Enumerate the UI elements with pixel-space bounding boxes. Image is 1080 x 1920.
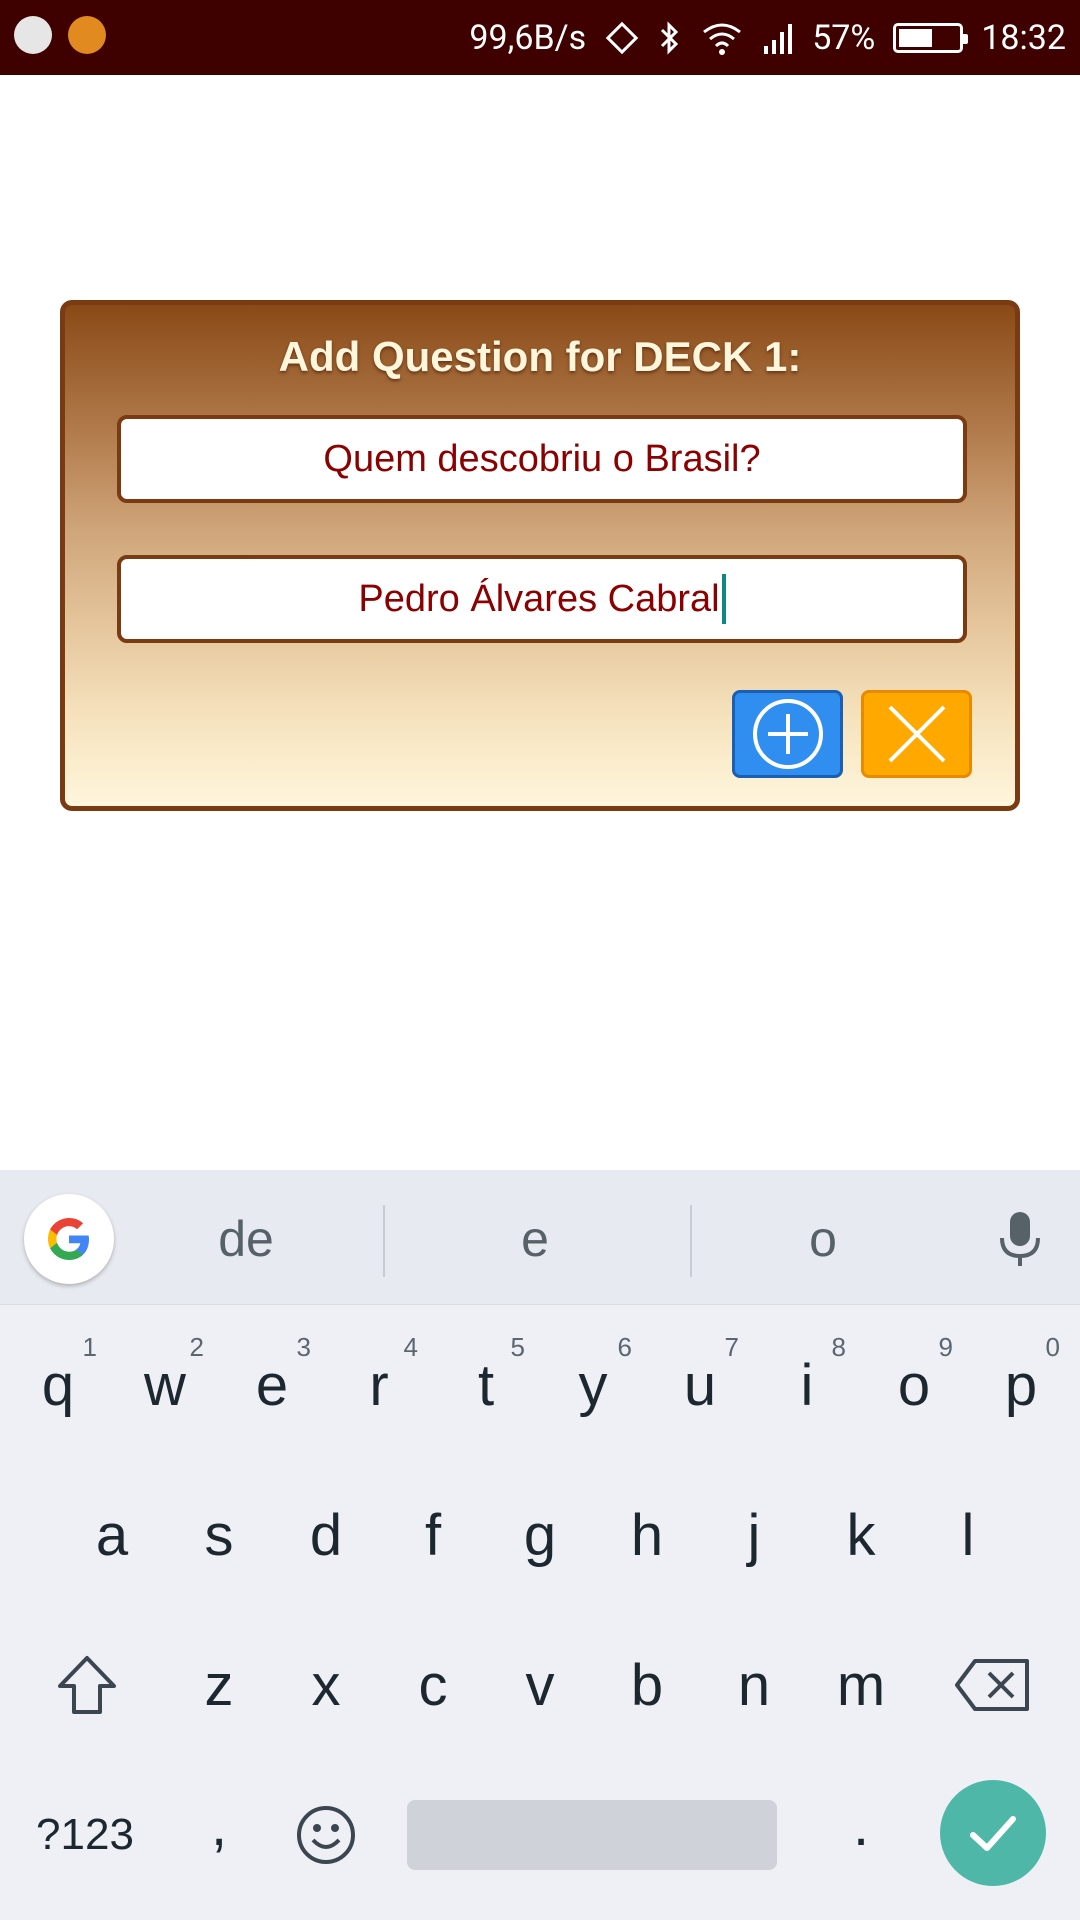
key-hint: 8 bbox=[831, 1332, 846, 1362]
suggestion-bar: de e o bbox=[0, 1170, 1080, 1305]
key-hint: 0 bbox=[1045, 1332, 1060, 1362]
question-input-value: Quem descobriu o Brasil? bbox=[323, 437, 761, 480]
key-hint: 7 bbox=[724, 1332, 739, 1362]
key-x[interactable]: x bbox=[273, 1630, 379, 1740]
suggestion-1[interactable]: de bbox=[146, 1210, 346, 1268]
key-e[interactable]: e3 bbox=[219, 1330, 325, 1440]
shift-icon bbox=[58, 1656, 116, 1714]
key-label: y bbox=[578, 1352, 608, 1418]
key-label: t bbox=[477, 1352, 495, 1418]
key-l[interactable]: l bbox=[915, 1480, 1021, 1590]
shift-key[interactable] bbox=[34, 1630, 140, 1740]
key-z[interactable]: z bbox=[166, 1630, 272, 1740]
add-question-dialog: Add Question for DECK 1: Quem descobriu … bbox=[60, 300, 1020, 811]
key-k[interactable]: k bbox=[808, 1480, 914, 1590]
signal-icon bbox=[762, 20, 794, 56]
backspace-key[interactable] bbox=[940, 1630, 1046, 1740]
symbols-key[interactable]: ?123 bbox=[20, 1780, 150, 1890]
key-label: o bbox=[897, 1352, 931, 1418]
bluetooth-icon bbox=[658, 20, 682, 56]
question-input[interactable]: Quem descobriu o Brasil? bbox=[117, 415, 967, 503]
key-label: e bbox=[255, 1352, 289, 1418]
app-notification-icon-2 bbox=[68, 16, 106, 54]
microphone-icon[interactable] bbox=[995, 1210, 1045, 1274]
key-c[interactable]: c bbox=[380, 1630, 486, 1740]
key-label: r bbox=[369, 1352, 389, 1418]
plus-circle-icon bbox=[752, 699, 823, 769]
key-hint: 2 bbox=[189, 1332, 204, 1362]
key-u[interactable]: u7 bbox=[647, 1330, 753, 1440]
key-v[interactable]: v bbox=[487, 1630, 593, 1740]
key-t[interactable]: t5 bbox=[433, 1330, 539, 1440]
key-f[interactable]: f bbox=[380, 1480, 486, 1590]
key-i[interactable]: i8 bbox=[754, 1330, 860, 1440]
google-logo-icon[interactable] bbox=[24, 1194, 114, 1284]
key-j[interactable]: j bbox=[701, 1480, 807, 1590]
clock: 18:32 bbox=[981, 17, 1066, 58]
key-label: w bbox=[144, 1352, 186, 1418]
rotate-icon bbox=[604, 20, 640, 56]
key-label: u bbox=[683, 1352, 717, 1418]
key-d[interactable]: d bbox=[273, 1480, 379, 1590]
check-icon bbox=[970, 1816, 1016, 1851]
dialog-title: Add Question for DECK 1: bbox=[278, 333, 802, 380]
answer-input-value: Pedro Álvares Cabral bbox=[358, 577, 720, 620]
key-w[interactable]: w2 bbox=[112, 1330, 218, 1440]
suggestion-divider bbox=[690, 1205, 692, 1277]
wifi-icon bbox=[700, 20, 744, 56]
key-o[interactable]: o9 bbox=[861, 1330, 967, 1440]
key-hint: 1 bbox=[82, 1332, 97, 1362]
suggestion-divider bbox=[383, 1205, 385, 1277]
key-b[interactable]: b bbox=[594, 1630, 700, 1740]
key-hint: 5 bbox=[510, 1332, 525, 1362]
key-g[interactable]: g bbox=[487, 1480, 593, 1590]
status-right: 99,6B/s 57% 18:32 bbox=[469, 0, 1066, 75]
app-notification-icon bbox=[14, 16, 52, 54]
soft-keyboard: de e o q1 w2 e3 r4 t5 y6 u7 i8 o9 p0 a s… bbox=[0, 1170, 1080, 1920]
key-q[interactable]: q1 bbox=[5, 1330, 111, 1440]
space-key[interactable] bbox=[407, 1800, 777, 1870]
answer-input[interactable]: Pedro Álvares Cabral bbox=[117, 555, 967, 643]
emoji-key[interactable] bbox=[273, 1780, 379, 1890]
add-question-button[interactable] bbox=[732, 690, 843, 778]
key-n[interactable]: n bbox=[701, 1630, 807, 1740]
key-label: p bbox=[1004, 1352, 1038, 1418]
key-label: q bbox=[41, 1352, 75, 1418]
battery-level bbox=[899, 28, 933, 47]
status-bar: 99,6B/s 57% 18:32 bbox=[0, 0, 1080, 75]
suggestion-3[interactable]: o bbox=[723, 1210, 923, 1268]
battery-icon bbox=[893, 22, 969, 53]
key-m[interactable]: m bbox=[808, 1630, 914, 1740]
emoji-icon bbox=[297, 1806, 355, 1864]
key-s[interactable]: s bbox=[166, 1480, 272, 1590]
key-y[interactable]: y6 bbox=[540, 1330, 646, 1440]
text-cursor bbox=[721, 574, 726, 624]
key-a[interactable]: a bbox=[59, 1480, 165, 1590]
comma-key[interactable]: , bbox=[166, 1770, 272, 1880]
battery-percent: 57% bbox=[812, 17, 876, 58]
key-hint: 6 bbox=[617, 1332, 632, 1362]
network-speed: 99,6B/s bbox=[469, 17, 587, 58]
key-hint: 9 bbox=[938, 1332, 953, 1362]
backspace-icon bbox=[955, 1659, 1029, 1711]
key-hint: 4 bbox=[403, 1332, 418, 1362]
enter-key[interactable] bbox=[940, 1780, 1046, 1886]
notification-icons bbox=[14, 16, 106, 54]
period-key[interactable]: . bbox=[808, 1770, 914, 1880]
key-label: i bbox=[800, 1352, 814, 1418]
cancel-button[interactable] bbox=[861, 690, 972, 778]
key-hint: 3 bbox=[296, 1332, 311, 1362]
suggestion-2[interactable]: e bbox=[435, 1210, 635, 1268]
close-icon bbox=[888, 705, 945, 763]
key-r[interactable]: r4 bbox=[326, 1330, 432, 1440]
key-p[interactable]: p0 bbox=[968, 1330, 1074, 1440]
key-h[interactable]: h bbox=[594, 1480, 700, 1590]
